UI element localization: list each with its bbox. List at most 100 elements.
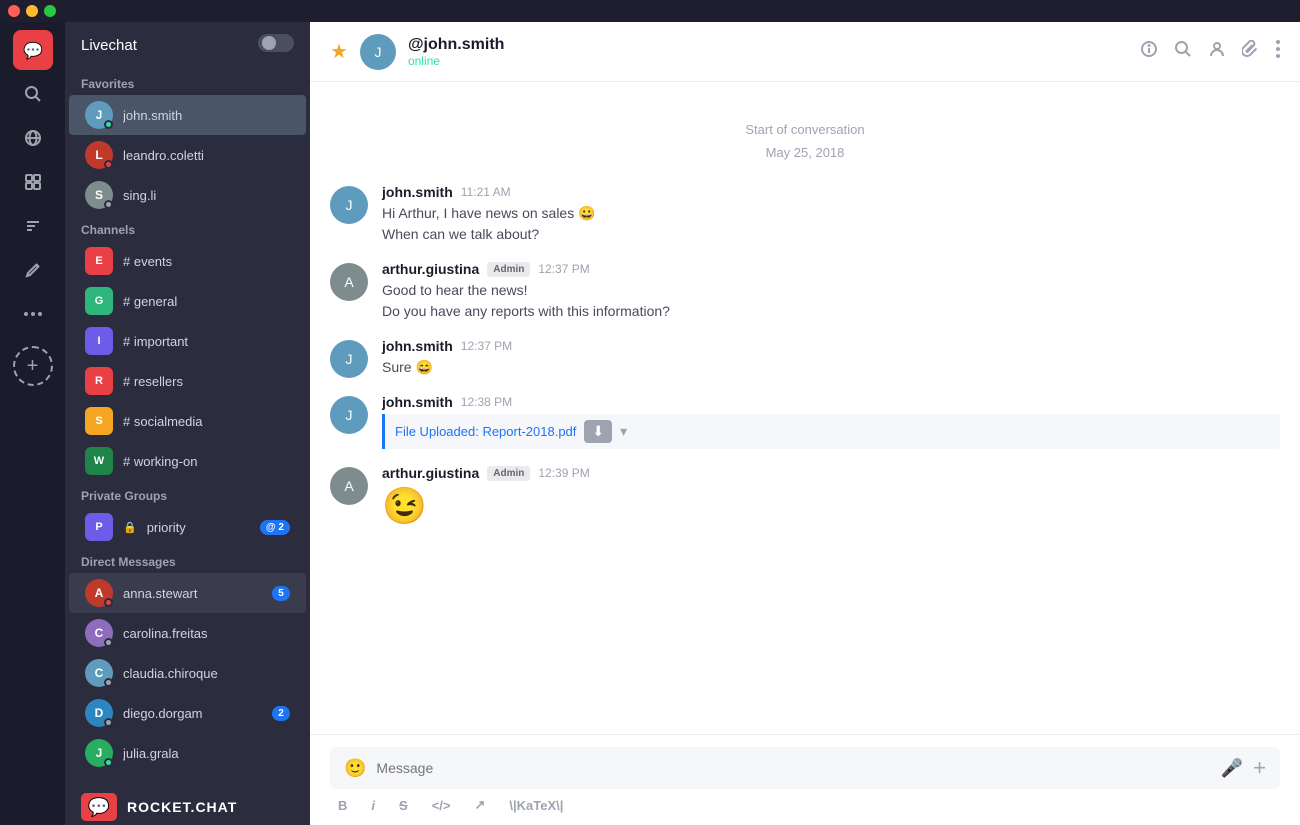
sort-icon-btn[interactable]: [13, 206, 53, 246]
sidebar-item-general[interactable]: G # general: [69, 281, 306, 321]
icon-sidebar: 💬: [0, 22, 65, 825]
members-icon[interactable]: [1208, 40, 1226, 63]
add-button[interactable]: +: [13, 346, 53, 386]
italic-button[interactable]: i: [367, 796, 379, 815]
compose-icon-btn[interactable]: [13, 250, 53, 290]
item-label-important: # important: [123, 334, 290, 349]
file-upload-text: File Uploaded: Report-2018.pdf: [395, 424, 576, 439]
sidebar-item-important[interactable]: I # important: [69, 321, 306, 361]
item-label-leandro-coletti: leandro.coletti: [123, 148, 290, 163]
emoji-icon[interactable]: 🙂: [344, 758, 366, 779]
globe-icon-btn[interactable]: [13, 118, 53, 158]
chat-username: @john.smith: [408, 36, 504, 54]
status-online-dot: [104, 120, 113, 129]
sidebar-item-working-on[interactable]: W # working-on: [69, 441, 306, 481]
svg-text:💬: 💬: [23, 41, 43, 60]
message-author-5: arthur.giustina: [382, 465, 479, 481]
sidebar-item-resellers[interactable]: R # resellers: [69, 361, 306, 401]
chat-user-info: @john.smith online: [408, 36, 504, 68]
conversation-start-text: Start of conversation: [330, 102, 1280, 141]
item-label-events: # events: [123, 254, 290, 269]
message-time-2: 12:37 PM: [538, 262, 589, 276]
badge-diego-dorgam: 2: [272, 706, 290, 721]
mic-icon[interactable]: 🎤: [1221, 758, 1243, 779]
code-button[interactable]: </>: [428, 796, 455, 815]
sidebar-item-sing-li[interactable]: S sing.li: [69, 175, 306, 215]
sidebar-item-claudia-chiroque[interactable]: C claudia.chiroque: [69, 653, 306, 693]
conversation-date: May 25, 2018: [330, 141, 1280, 184]
avatar-diego-dorgam: D: [85, 699, 113, 727]
badge-anna-stewart: 5: [272, 586, 290, 601]
window-chrome: [0, 0, 1300, 22]
message-group-2: A arthur.giustina Admin 12:37 PM Good to…: [330, 261, 1280, 322]
more-icon-btn[interactable]: [13, 294, 53, 334]
message-time-4: 12:38 PM: [461, 395, 512, 409]
message-author-2: arthur.giustina: [382, 261, 479, 277]
bold-button[interactable]: B: [334, 796, 351, 815]
info-icon[interactable]: [1140, 40, 1158, 63]
sidebar-item-socialmedia[interactable]: S # socialmedia: [69, 401, 306, 441]
channel-icon-general: G: [85, 287, 113, 315]
message-group-4: J john.smith 12:38 PM File Uploaded: Rep…: [330, 394, 1280, 449]
status-offline-claudia: [104, 678, 113, 687]
message-header-5: arthur.giustina Admin 12:39 PM: [382, 465, 1280, 481]
search-header-icon[interactable]: [1174, 40, 1192, 63]
message-avatar-arthur-1: A: [330, 263, 368, 301]
status-busy-anna: [104, 598, 113, 607]
chat-header: ★ J @john.smith online: [310, 22, 1300, 82]
avatar-leandro-coletti: L: [85, 141, 113, 169]
item-label-resellers: # resellers: [123, 374, 290, 389]
chat-main: ★ J @john.smith online: [310, 22, 1300, 825]
item-label-priority: priority: [147, 520, 250, 535]
message-text-3: Sure 😄: [382, 357, 1280, 378]
badge-priority: @ 2: [260, 520, 290, 535]
message-header-2: arthur.giustina Admin 12:37 PM: [382, 261, 1280, 277]
brand-name: ROCKET.CHAT: [127, 799, 237, 815]
message-input[interactable]: [376, 760, 1210, 776]
latex-button[interactable]: \|KaTeX\|: [505, 796, 567, 815]
sidebar-item-events[interactable]: E # events: [69, 241, 306, 281]
message-content-4: john.smith 12:38 PM File Uploaded: Repor…: [382, 394, 1280, 449]
minimize-button[interactable]: [26, 5, 38, 17]
sidebar-item-julia-grala[interactable]: J julia.grala: [69, 733, 306, 773]
search-icon-btn[interactable]: [13, 74, 53, 114]
avatar-sing-li: S: [85, 181, 113, 209]
channel-icon-socialmedia: S: [85, 407, 113, 435]
item-label-john-smith: john.smith: [123, 108, 290, 123]
sidebar-item-priority[interactable]: P 🔒 priority @ 2: [69, 507, 306, 547]
strikethrough-button[interactable]: S: [395, 796, 412, 815]
item-label-sing-li: sing.li: [123, 188, 290, 203]
kebab-icon[interactable]: [1276, 40, 1280, 63]
rocket-chat-logo-icon: 💬: [81, 793, 117, 821]
sidebar-item-john-smith[interactable]: J john.smith: [69, 95, 306, 135]
item-label-diego-dorgam: diego.dorgam: [123, 706, 262, 721]
add-attachment-icon[interactable]: +: [1253, 755, 1266, 781]
attachment-icon[interactable]: [1242, 40, 1260, 63]
sidebar-item-leandro-coletti[interactable]: L leandro.coletti: [69, 135, 306, 175]
message-content-3: john.smith 12:37 PM Sure 😄: [382, 338, 1280, 378]
item-label-general: # general: [123, 294, 290, 309]
livechat-toggle[interactable]: [258, 34, 294, 57]
message-text-2b: Do you have any reports with this inform…: [382, 301, 1280, 322]
maximize-button[interactable]: [44, 5, 56, 17]
sidebar-item-anna-stewart[interactable]: A anna.stewart 5: [69, 573, 306, 613]
layout-icon-btn[interactable]: [13, 162, 53, 202]
message-avatar-john-2: J: [330, 340, 368, 378]
message-avatar-john-1: J: [330, 186, 368, 224]
message-header-4: john.smith 12:38 PM: [382, 394, 1280, 410]
download-button[interactable]: ⬇: [584, 420, 612, 443]
channel-icon-priority: P: [85, 513, 113, 541]
chat-header-avatar: J: [360, 34, 396, 70]
chat-header-left: ★ J @john.smith online: [330, 34, 504, 70]
close-button[interactable]: [8, 5, 20, 17]
rocketchat-icon[interactable]: 💬: [13, 30, 53, 70]
sidebar-item-carolina-freitas[interactable]: C carolina.freitas: [69, 613, 306, 653]
link-button[interactable]: ↗: [470, 795, 489, 815]
chat-input-area: 🙂 🎤 + B i S </> ↗ \|KaTeX\|: [310, 734, 1300, 825]
sidebar-item-diego-dorgam[interactable]: D diego.dorgam 2: [69, 693, 306, 733]
file-chevron-button[interactable]: ▾: [620, 423, 627, 440]
message-group-5: A arthur.giustina Admin 12:39 PM 😉: [330, 465, 1280, 527]
channel-icon-important: I: [85, 327, 113, 355]
star-icon[interactable]: ★: [330, 39, 348, 64]
file-upload-block: File Uploaded: Report-2018.pdf ⬇ ▾: [382, 414, 1280, 449]
